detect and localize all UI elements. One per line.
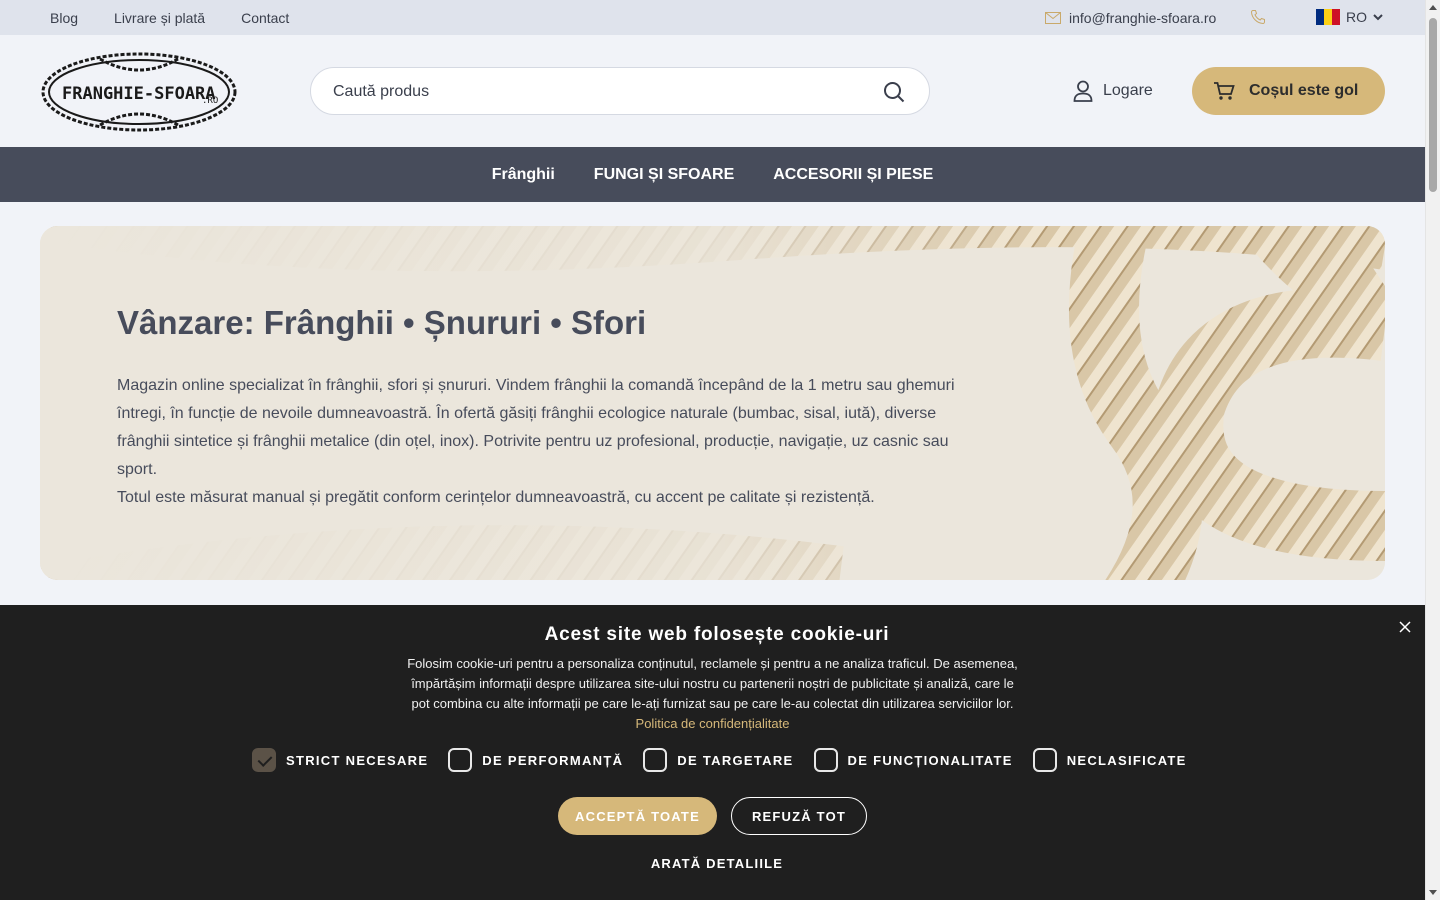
cookie-categories: STRICT NECESARE DE PERFORMANȚĂ DE TARGET… xyxy=(252,748,1187,772)
scroll-down-arrow-icon[interactable] xyxy=(1429,890,1437,895)
language-code: RO xyxy=(1346,9,1367,25)
nav-item-accesorii[interactable]: ACCESORII ȘI PIESE xyxy=(773,166,933,184)
checkbox-targetare[interactable]: DE TARGETARE xyxy=(643,748,793,772)
top-links: Blog Livrare și plată Contact xyxy=(50,10,289,26)
hero-paragraph-1: Magazin online specializat în frânghii, … xyxy=(117,377,955,478)
chevron-down-icon xyxy=(1373,13,1383,20)
mail-icon xyxy=(1045,12,1061,24)
phone-icon[interactable] xyxy=(1250,9,1266,28)
romania-flag-icon xyxy=(1316,9,1340,25)
checkbox-label: STRICT NECESARE xyxy=(286,752,429,768)
scrollbar-thumb[interactable] xyxy=(1429,18,1437,192)
search-box xyxy=(310,67,930,115)
checkbox-box[interactable] xyxy=(1032,748,1057,772)
top-link-delivery[interactable]: Livrare și plată xyxy=(114,10,205,26)
hero-paragraph-2: Totul este măsurat manual și pregătit co… xyxy=(117,489,875,506)
cookie-title: Acest site web folosește cookie-uri xyxy=(544,624,890,645)
top-link-blog[interactable]: Blog xyxy=(50,10,78,26)
checkbox-label: DE FUNCȚIONALITATE xyxy=(847,752,1013,768)
search-icon[interactable] xyxy=(883,81,905,103)
checkbox-box[interactable] xyxy=(643,748,668,772)
checkbox-label: DE TARGETARE xyxy=(677,752,794,768)
logo-text: FRANGHIE-SFOARA xyxy=(62,84,216,104)
checkbox-functionalitate[interactable]: DE FUNCȚIONALITATE xyxy=(813,748,1013,772)
logo-suffix: .RO xyxy=(202,96,218,106)
nav-item-fungi-sfoare[interactable]: FUNGI ȘI SFOARE xyxy=(594,166,734,184)
checkbox-label: DE PERFORMANȚĂ xyxy=(482,752,624,768)
cart-label: Coșul este gol xyxy=(1249,82,1359,99)
checkbox-strict-necesare[interactable]: STRICT NECESARE xyxy=(252,748,428,772)
accept-all-button[interactable]: ACCEPTĂ TOATE xyxy=(558,797,717,835)
email-link[interactable]: info@franghie-sfoara.ro xyxy=(1045,10,1216,26)
scroll-up-arrow-icon[interactable] xyxy=(1429,5,1437,10)
checkbox-box[interactable] xyxy=(448,748,473,772)
header: FRANGHIE-SFOARA .RO Logare Coșul este go… xyxy=(0,35,1425,147)
show-details-link[interactable]: ARATĂ DETALIILE xyxy=(0,856,1434,871)
checkbox-box[interactable] xyxy=(813,748,838,772)
page: Blog Livrare și plată Contact info@frang… xyxy=(0,0,1425,900)
nav-item-franghii[interactable]: Frânghii xyxy=(492,166,555,184)
email-text: info@franghie-sfoara.ro xyxy=(1069,10,1217,26)
search-input[interactable] xyxy=(333,80,853,104)
top-bar: Blog Livrare și plată Contact info@frang… xyxy=(0,0,1425,35)
cookie-banner: Acest site web folosește cookie-uri Folo… xyxy=(0,605,1425,900)
login-button[interactable]: Logare xyxy=(1073,80,1153,102)
checkbox-performanta[interactable]: DE PERFORMANȚĂ xyxy=(448,748,623,772)
language-selector[interactable]: RO xyxy=(1316,9,1383,25)
cart-button[interactable]: Coșul este gol xyxy=(1192,67,1385,115)
cookie-text: Folosim cookie-uri pentru a personaliza … xyxy=(407,656,1018,711)
site-logo[interactable]: FRANGHIE-SFOARA .RO xyxy=(40,51,238,133)
checkbox-neclasificate[interactable]: NECLASIFICATE xyxy=(1032,748,1187,772)
hero-title: Vânzare: Frânghii • Șnururi • Sfori xyxy=(117,304,647,341)
main-nav: Frânghii FUNGI ȘI SFOARE ACCESORII ȘI PI… xyxy=(0,147,1425,202)
login-label: Logare xyxy=(1103,82,1153,99)
user-icon xyxy=(1073,80,1093,102)
checkbox-label: NECLASIFICATE xyxy=(1066,752,1187,768)
page-scrollbar[interactable] xyxy=(1425,0,1440,900)
cookie-text-block: Folosim cookie-uri pentru a personaliza … xyxy=(405,654,1020,734)
refuse-all-button[interactable]: REFUZĂ TOT xyxy=(731,797,867,835)
cart-icon xyxy=(1214,82,1235,100)
checkbox-box[interactable] xyxy=(252,748,276,772)
hero-banner: Vânzare: Frânghii • Șnururi • Sfori Maga… xyxy=(40,226,1385,580)
hero-description: Magazin online specializat în frânghii, … xyxy=(117,372,962,512)
top-link-contact[interactable]: Contact xyxy=(241,10,289,26)
privacy-policy-link[interactable]: Politica de confidențialitate xyxy=(636,716,790,731)
